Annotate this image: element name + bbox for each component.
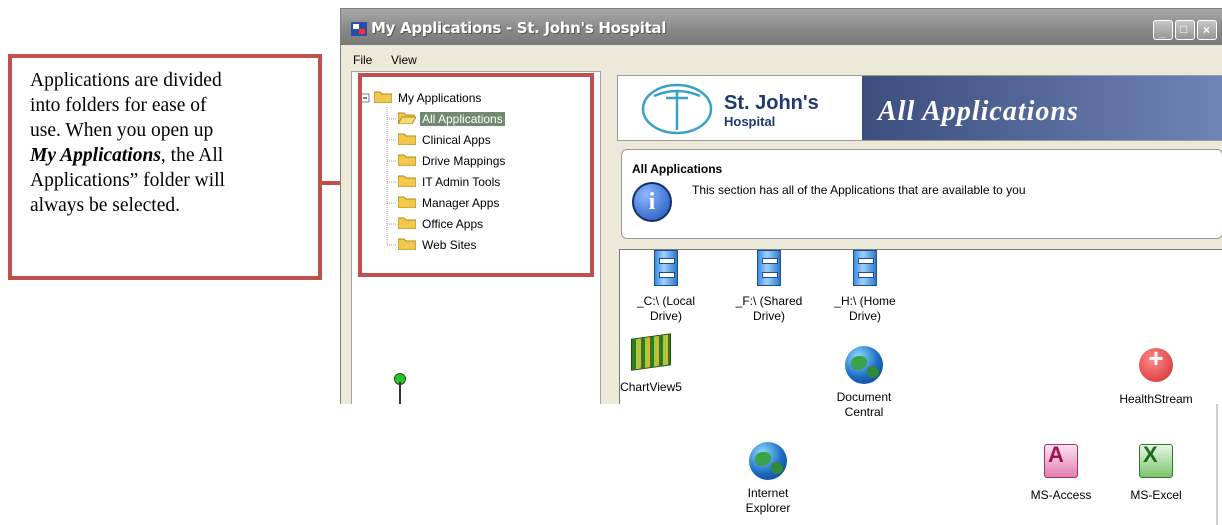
app-label: Document — [836, 390, 892, 404]
app-label: HealthStream — [1119, 392, 1193, 406]
section-heading: All Applications — [632, 162, 723, 176]
hospital-name: St. John's — [724, 92, 819, 114]
app-label: _C:\ (Local — [636, 294, 696, 308]
close-button[interactable]: × — [1197, 20, 1217, 40]
minimize-icon: _ — [1159, 25, 1166, 39]
chartview-icon — [631, 333, 671, 371]
ms-excel-icon: X — [1139, 444, 1173, 478]
globe-icon — [749, 442, 787, 480]
window-title: My Applications - St. John's Hospital — [371, 19, 667, 37]
callout-line: My Applications, the All — [30, 143, 304, 168]
maximize-icon: □ — [1180, 22, 1188, 36]
callout-line: use. When you open up — [30, 120, 214, 141]
callout-line: always be selected. — [30, 195, 180, 216]
file-cabinet-icon — [853, 250, 877, 286]
app-label: Drive) — [650, 309, 682, 323]
app-icon — [351, 22, 367, 36]
minimize-button[interactable]: _ — [1153, 20, 1173, 40]
maximize-button[interactable]: □ — [1175, 20, 1195, 40]
callout-box: Applications are divided into folders fo… — [8, 54, 322, 280]
app-ms-excel[interactable]: X MS-Excel — [1111, 444, 1201, 503]
app-label: Drive) — [753, 309, 785, 323]
callout-line: Applications are divided — [30, 70, 222, 91]
app-document-central[interactable]: Document Central — [819, 346, 909, 420]
hospital-logo-icon — [641, 83, 713, 135]
app-label: ChartView5 — [620, 380, 682, 394]
app-healthstream[interactable]: + HealthStream — [1111, 345, 1201, 407]
callout-emphasis: My Applications — [30, 145, 161, 166]
callout-line: Applications” folder will — [30, 170, 225, 191]
app-label: Drive) — [849, 309, 881, 323]
app-ms-access[interactable]: A MS-Access — [1016, 444, 1106, 503]
file-cabinet-icon — [654, 250, 678, 286]
callout-line: into folders for ease of — [30, 95, 207, 116]
banner-heading: All Applications — [878, 96, 1079, 127]
app-f-drive[interactable]: _F:\ (Shared Drive) — [724, 250, 814, 324]
app-label: Central — [844, 405, 884, 419]
close-icon: × — [1203, 23, 1211, 37]
menu-file[interactable]: File — [353, 53, 372, 67]
hospital-banner: St. John's Hospital All Applications — [617, 75, 1222, 141]
menu-bar: File View — [341, 45, 1222, 71]
app-label: Internet — [747, 486, 789, 500]
app-label: _F:\ (Shared — [735, 294, 803, 308]
tree-highlight-box — [358, 73, 594, 277]
app-internet-explorer[interactable]: Internet Explorer — [723, 442, 813, 516]
app-c-drive[interactable]: _C:\ (Local Drive) — [621, 250, 711, 324]
app-chartview5[interactable]: ChartView5 — [606, 333, 696, 395]
banner-heading-area: All Applications — [862, 76, 1222, 140]
section-info-box: All Applications i This section has all … — [621, 149, 1222, 239]
ms-access-icon: A — [1044, 444, 1078, 478]
healthstream-icon: + — [1139, 345, 1173, 382]
app-h-drive[interactable]: _H:\ (Home Drive) — [820, 250, 910, 324]
hospital-subname: Hospital — [724, 114, 776, 129]
file-cabinet-icon — [757, 250, 781, 286]
title-bar[interactable]: My Applications - St. John's Hospital _ … — [341, 9, 1222, 45]
section-description: This section has all of the Applications… — [692, 183, 1026, 197]
menu-view[interactable]: View — [391, 53, 417, 67]
app-label: MS-Access — [1030, 488, 1092, 502]
pin-stem — [399, 382, 401, 404]
app-label: MS-Excel — [1130, 488, 1182, 502]
app-label: _H:\ (Home — [834, 294, 896, 308]
info-icon: i — [632, 182, 672, 222]
callout-line-rest: , the All — [160, 145, 224, 166]
globe-icon — [845, 346, 883, 384]
cropped-right-edge — [1216, 404, 1218, 525]
app-label: Explorer — [745, 501, 791, 515]
